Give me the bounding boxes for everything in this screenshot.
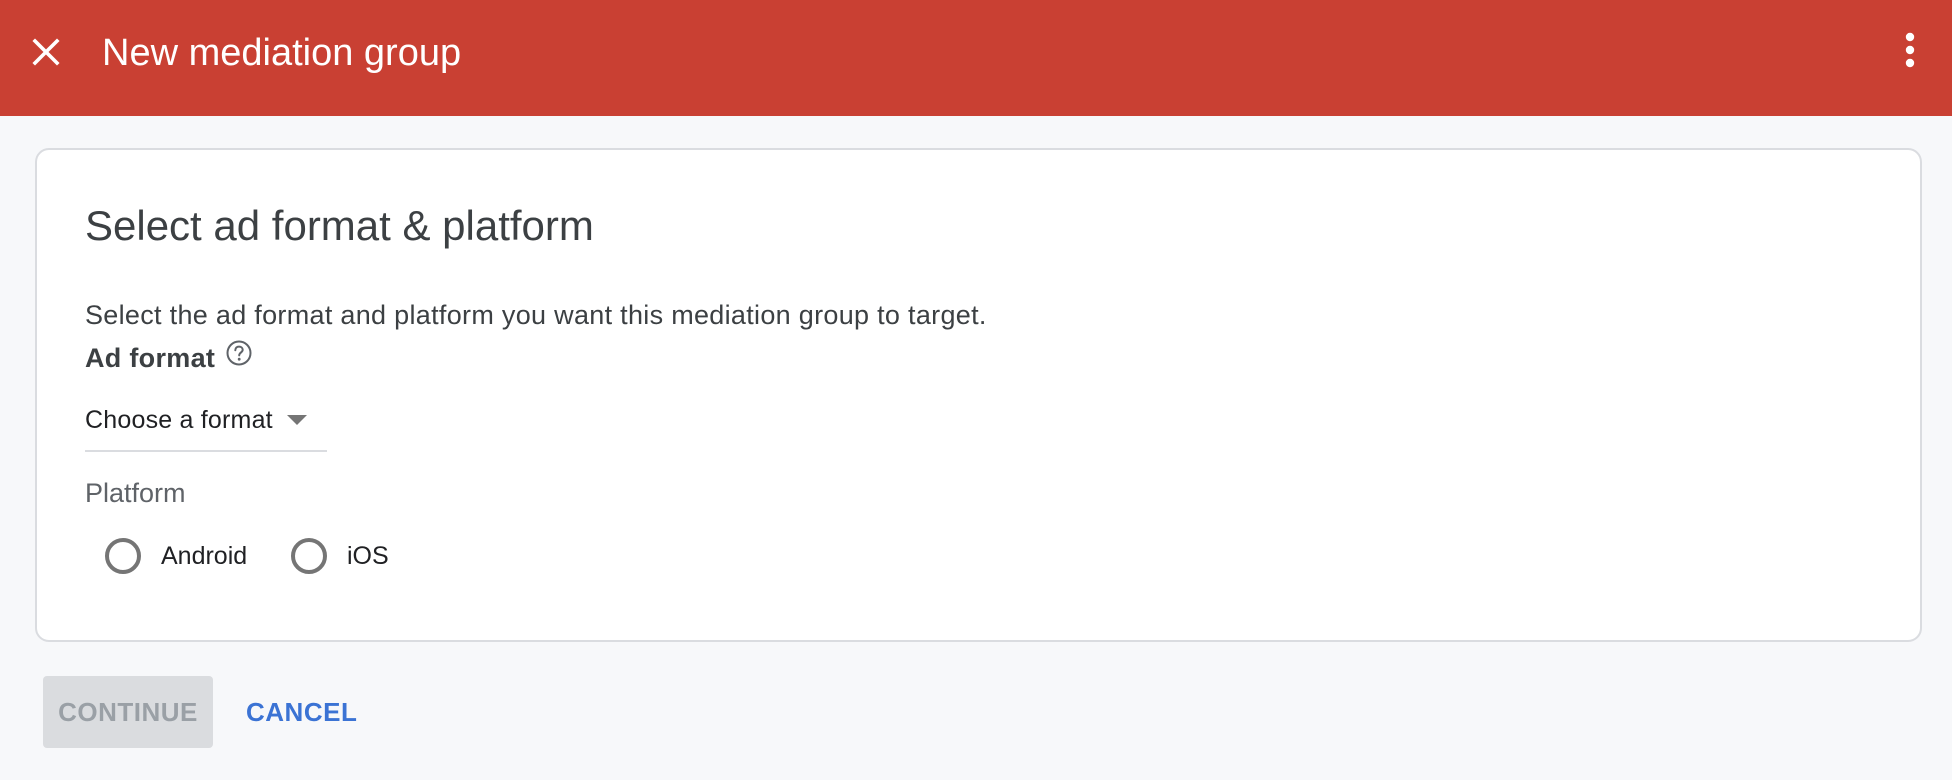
continue-button[interactable]: CONTINUE — [43, 676, 213, 748]
format-platform-card: Select ad format & platform Select the a… — [35, 148, 1922, 642]
cancel-button[interactable]: CANCEL — [230, 676, 373, 748]
ad-format-label-row: Ad format — [85, 338, 253, 378]
dropdown-arrow-icon — [286, 415, 307, 425]
close-icon — [32, 38, 60, 66]
card-title: Select ad format & platform — [85, 202, 594, 249]
platform-option-label: Android — [161, 541, 248, 570]
more-vert-icon — [1905, 32, 1915, 68]
app-header: New mediation group — [0, 0, 1952, 116]
platform-option-label: iOS — [347, 541, 389, 570]
ad-format-selected-value: Choose a format — [85, 405, 273, 434]
ad-format-label: Ad format — [85, 342, 216, 373]
help-circle-icon[interactable] — [225, 339, 253, 367]
page-title: New mediation group — [102, 32, 462, 74]
platform-option-ios[interactable]: iOS — [291, 532, 389, 580]
platform-option-android[interactable]: Android — [105, 532, 247, 580]
radio-unchecked-icon[interactable] — [105, 538, 141, 574]
more-options-button[interactable] — [1886, 26, 1934, 74]
card-description: Select the ad format and platform you wa… — [85, 300, 987, 330]
platform-label: Platform — [85, 478, 186, 508]
ad-format-dropdown[interactable]: Choose a format — [85, 390, 327, 452]
close-button[interactable] — [22, 28, 70, 76]
radio-unchecked-icon[interactable] — [291, 538, 327, 574]
